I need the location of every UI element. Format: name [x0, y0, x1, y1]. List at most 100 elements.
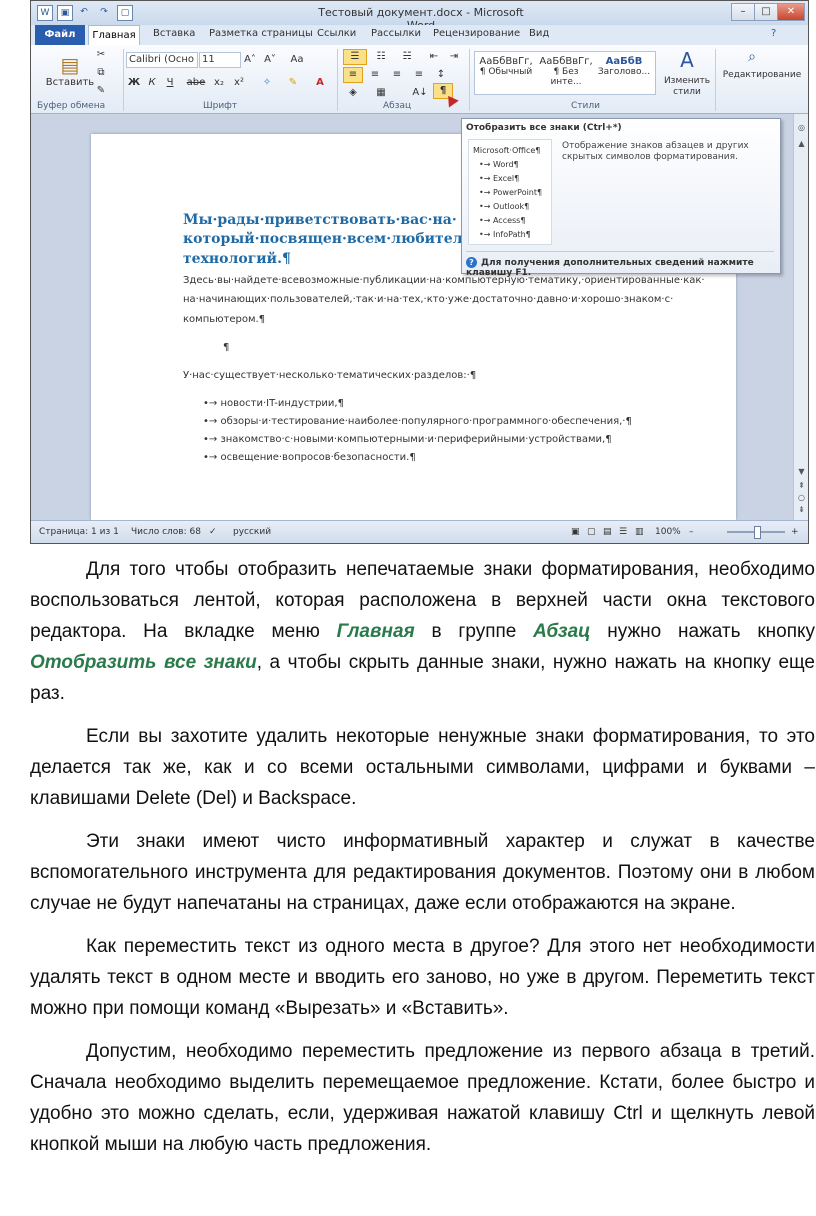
- style-sample: АаБбВвГг,: [479, 56, 533, 67]
- font-name-select[interactable]: Calibri (Осно: [126, 52, 198, 68]
- doc-bullet-item: •→ знакомство·с·новыми·компьютерными·и·п…: [203, 434, 612, 445]
- doc-heading-line: Мы·рады·приветствовать·вас·на·: [183, 212, 457, 228]
- tooltip-preview: Microsoft·Office¶ •→ Word¶ •→ Excel¶ •→ …: [468, 139, 552, 245]
- article-paragraph: Допустим, необходимо переместить предлож…: [30, 1041, 815, 1155]
- align-left-icon[interactable]: ≡: [343, 67, 363, 83]
- superscript-button[interactable]: x²: [229, 75, 249, 91]
- cut-icon[interactable]: ✂: [93, 47, 109, 63]
- align-right-icon[interactable]: ≡: [387, 67, 407, 83]
- highlight-icon[interactable]: ✎: [283, 75, 303, 91]
- proofing-icon[interactable]: ✓: [209, 527, 217, 537]
- text-effects-icon[interactable]: ✧: [257, 75, 277, 91]
- redo-icon[interactable]: ↷: [97, 5, 111, 19]
- word-count[interactable]: Число слов: 68: [131, 527, 201, 537]
- word-app-icon[interactable]: W: [37, 5, 53, 21]
- article-highlight-show-marks: Отобразить все знаки: [30, 652, 257, 673]
- quick-access-icon[interactable]: ▢: [117, 5, 133, 21]
- close-button[interactable]: ✕: [777, 3, 805, 21]
- prev-page-icon[interactable]: ⇞: [796, 480, 807, 491]
- title-bar: W ▣ ↶ ↷ ▢ Тестовый документ.docx - Micro…: [31, 1, 808, 32]
- next-page-icon[interactable]: ⇟: [796, 504, 807, 515]
- article-highlight-paragraph: Абзац: [533, 621, 591, 642]
- increase-indent-icon[interactable]: ⇥: [445, 49, 463, 65]
- change-styles-icon[interactable]: A: [663, 47, 711, 73]
- tab-mailings[interactable]: Рассылки: [371, 28, 421, 39]
- outline-icon[interactable]: ☰: [619, 527, 627, 537]
- zoom-out-button[interactable]: –: [689, 527, 694, 537]
- shading-icon[interactable]: ◈: [343, 85, 363, 101]
- doc-bullet-item: •→ освещение·вопросов·безопасности.¶: [203, 452, 416, 463]
- italic-button[interactable]: К: [144, 75, 160, 91]
- save-icon[interactable]: ▣: [57, 5, 73, 21]
- tab-file[interactable]: Файл: [35, 25, 85, 45]
- minimize-button[interactable]: –: [731, 3, 755, 21]
- line-spacing-icon[interactable]: ↕: [431, 67, 451, 83]
- maximize-button[interactable]: □: [754, 3, 778, 21]
- multilevel-list-icon[interactable]: ☵: [395, 49, 419, 65]
- editing-button[interactable]: Редактирование: [717, 67, 807, 83]
- tooltip-description: Отображение знаков абзацев и других скры…: [562, 141, 749, 162]
- preview-line: •→ InfoPath¶: [479, 230, 531, 239]
- bullets-icon[interactable]: ☰: [343, 49, 367, 65]
- justify-icon[interactable]: ≡: [409, 67, 429, 83]
- article-paragraph: Если вы захотите удалить некоторые ненуж…: [30, 726, 815, 809]
- full-screen-icon[interactable]: ▢: [587, 527, 596, 537]
- copy-icon[interactable]: ⧉: [93, 65, 109, 81]
- undo-icon[interactable]: ↶: [77, 5, 91, 19]
- shrink-font-button[interactable]: A˅: [261, 52, 279, 68]
- style-no-spacing[interactable]: АаБбВвГг, ¶ Без инте...: [537, 56, 595, 87]
- zoom-slider-handle[interactable]: [754, 526, 761, 539]
- zoom-in-button[interactable]: +: [791, 527, 799, 537]
- tab-review[interactable]: Рецензирование: [433, 28, 520, 39]
- show-marks-tooltip: Отобразить все знаки (Ctrl+*) Microsoft·…: [461, 118, 781, 278]
- ruler-toggle-icon[interactable]: ◎: [796, 122, 807, 133]
- browse-object-icon[interactable]: ○: [796, 492, 807, 503]
- style-label: ¶ Без инте...: [550, 67, 582, 87]
- font-color-button[interactable]: A: [311, 75, 329, 91]
- paste-button[interactable]: Вставить: [39, 75, 101, 91]
- decrease-indent-icon[interactable]: ⇤: [425, 49, 443, 65]
- web-layout-icon[interactable]: ▤: [603, 527, 612, 537]
- style-normal[interactable]: АаБбВвГг, ¶ Обычный: [477, 56, 535, 77]
- numbering-icon[interactable]: ☷: [369, 49, 393, 65]
- help-icon[interactable]: ?: [771, 28, 776, 39]
- preview-line: •→ PowerPoint¶: [479, 188, 543, 197]
- bold-button[interactable]: Ж: [126, 75, 142, 91]
- scroll-down-icon[interactable]: ▼: [796, 466, 807, 477]
- style-heading[interactable]: АаБбВ Заголово...: [595, 56, 653, 77]
- grow-font-button[interactable]: A˄: [241, 52, 259, 68]
- font-group-label: Шрифт: [203, 101, 238, 111]
- language-indicator[interactable]: русский: [233, 527, 271, 537]
- tab-references[interactable]: Ссылки: [317, 28, 356, 39]
- style-label: Заголово...: [597, 67, 651, 77]
- tab-view[interactable]: Вид: [529, 28, 549, 39]
- zoom-level[interactable]: 100%: [655, 527, 681, 537]
- borders-icon[interactable]: ▦: [371, 85, 391, 101]
- preview-line: •→ Access¶: [479, 216, 526, 225]
- article-paragraph: Как переместить текст из одного места в …: [30, 936, 815, 1019]
- strikethrough-button[interactable]: abe: [184, 75, 208, 91]
- print-layout-icon[interactable]: ▣: [571, 527, 580, 537]
- article-highlight-home: Главная: [336, 621, 415, 642]
- find-icon[interactable]: ⌕: [731, 49, 773, 65]
- article-text: в группе: [414, 621, 534, 642]
- sort-button[interactable]: A↓: [409, 85, 431, 101]
- font-size-select[interactable]: 11: [199, 52, 241, 68]
- subscript-button[interactable]: x₂: [209, 75, 229, 91]
- scroll-up-icon[interactable]: ▲: [796, 138, 807, 149]
- vertical-scrollbar[interactable]: ◎ ▲ ▼ ⇞ ○ ⇟: [793, 114, 808, 520]
- doc-text-line: компьютером.¶: [183, 314, 266, 325]
- tab-home[interactable]: Главная: [88, 25, 140, 46]
- draft-icon[interactable]: ▥: [635, 527, 644, 537]
- article-paragraph: Эти знаки имеют чисто информативный хара…: [30, 831, 815, 914]
- style-sample: АаБбВвГг,: [539, 56, 593, 67]
- article-text: нужно нажать кнопку: [590, 621, 816, 642]
- change-styles-button[interactable]: Изменить стили: [661, 75, 713, 99]
- format-painter-icon[interactable]: ✎: [93, 83, 109, 99]
- page-count[interactable]: Страница: 1 из 1: [39, 527, 119, 537]
- tab-insert[interactable]: Вставка: [153, 28, 195, 39]
- underline-button[interactable]: Ч: [162, 75, 178, 91]
- change-case-button[interactable]: Aa: [285, 52, 309, 68]
- align-center-icon[interactable]: ≡: [365, 67, 385, 83]
- tab-page-layout[interactable]: Разметка страницы: [209, 28, 313, 39]
